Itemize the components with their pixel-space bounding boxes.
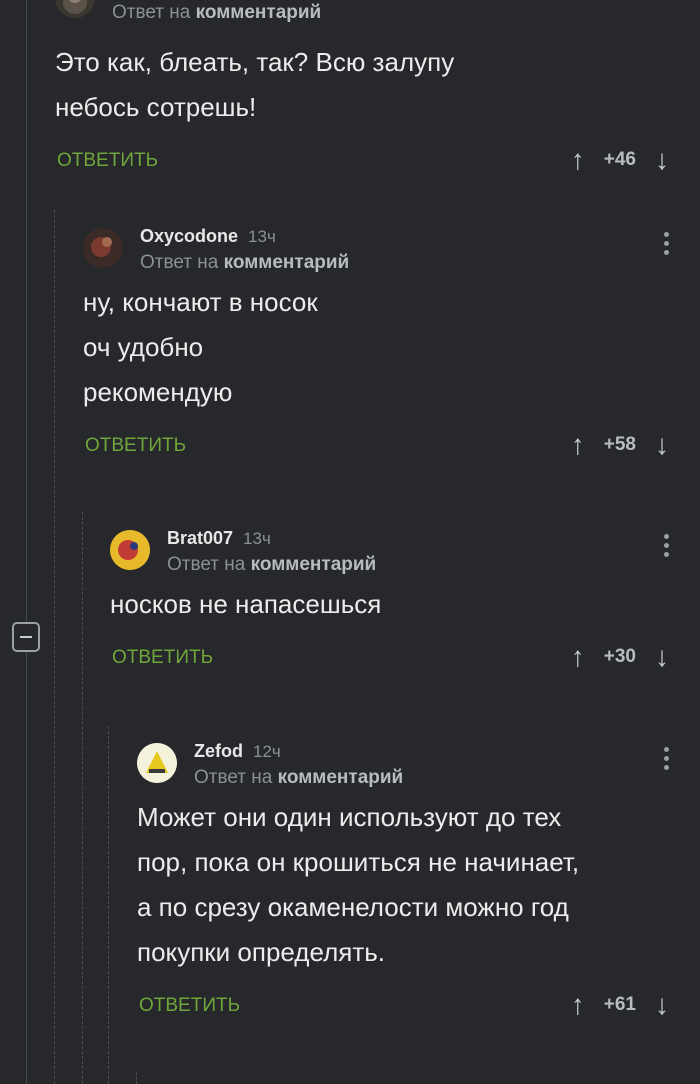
comment-header: Brat007 13ч Ответ на комментарий bbox=[110, 524, 700, 582]
upvote-icon[interactable]: ↑ bbox=[566, 431, 590, 459]
comment-actions: ОТВЕТИТЬ ↑ +61 ↓ bbox=[137, 987, 700, 1023]
reply-to-link[interactable]: Ответ на комментарий bbox=[194, 767, 403, 789]
comment: Brat007 13ч Ответ на комментарий носков н… bbox=[110, 524, 700, 675]
more-options-icon[interactable] bbox=[664, 232, 670, 259]
vote-widget: ↑ +46 ↓ bbox=[566, 142, 674, 178]
timestamp: 13ч bbox=[243, 529, 271, 548]
downvote-icon[interactable]: ↓ bbox=[650, 146, 674, 174]
reply-button[interactable]: ОТВЕТИТЬ bbox=[112, 647, 213, 669]
thread-line bbox=[82, 512, 84, 1084]
comment: Oxycodone 13ч Ответ на комментарий ну, ко… bbox=[83, 222, 700, 463]
thread-line bbox=[26, 0, 28, 1084]
vote-widget: ↑ +61 ↓ bbox=[566, 987, 674, 1023]
thread-line bbox=[108, 726, 110, 1084]
score: +58 bbox=[603, 434, 636, 455]
author-name[interactable]: Brat007 13ч bbox=[167, 528, 271, 549]
downvote-icon[interactable]: ↓ bbox=[650, 991, 674, 1019]
author-name[interactable]: Zefod 12ч bbox=[194, 741, 281, 762]
reply-to-link[interactable]: Ответ на комментарий bbox=[167, 554, 376, 576]
reply-to-link[interactable]: Ответ на комментарий bbox=[140, 252, 349, 274]
comment-header: Zefod 12ч Ответ на комментарий bbox=[137, 737, 700, 795]
comment-body: Это как, блеать, так? Всю залупу небось … bbox=[55, 47, 455, 122]
score: +46 bbox=[603, 149, 636, 170]
downvote-icon[interactable]: ↓ bbox=[650, 431, 674, 459]
author-name[interactable]: Oxycodone 13ч bbox=[140, 226, 276, 247]
reply-button[interactable]: ОТВЕТИТЬ bbox=[139, 995, 240, 1017]
comment-actions: ОТВЕТИТЬ ↑ +30 ↓ bbox=[110, 639, 700, 675]
comment-body: Может они один используют до тех пор, по… bbox=[137, 802, 580, 967]
comment-body: ну, кончают в носок оч удобно рекомендую bbox=[83, 287, 318, 407]
reply-button[interactable]: ОТВЕТИТЬ bbox=[57, 150, 158, 172]
collapse-thread-button[interactable] bbox=[12, 622, 40, 652]
comment-actions: ОТВЕТИТЬ ↑ +58 ↓ bbox=[83, 427, 700, 463]
upvote-icon[interactable]: ↑ bbox=[566, 991, 590, 1019]
comment: Zefod 12ч Ответ на комментарий Может они … bbox=[137, 737, 700, 1023]
reply-button[interactable]: ОТВЕТИТЬ bbox=[85, 435, 186, 457]
score: +30 bbox=[603, 646, 636, 667]
comment-header: Oxycodone 13ч Ответ на комментарий bbox=[83, 222, 700, 280]
upvote-icon[interactable]: ↑ bbox=[566, 146, 590, 174]
thread-line bbox=[136, 1072, 138, 1084]
vote-widget: ↑ +30 ↓ bbox=[566, 639, 674, 675]
avatar[interactable] bbox=[137, 743, 177, 783]
comment: Ответ на комментарий Это как, блеать, та… bbox=[55, 0, 700, 178]
timestamp: 13ч bbox=[248, 227, 276, 246]
upvote-icon[interactable]: ↑ bbox=[566, 643, 590, 671]
vote-widget: ↑ +58 ↓ bbox=[566, 427, 674, 463]
more-options-icon[interactable] bbox=[664, 534, 670, 561]
thread-line bbox=[54, 210, 56, 1084]
avatar[interactable] bbox=[83, 228, 123, 268]
reply-to-link[interactable]: Ответ на комментарий bbox=[112, 2, 321, 24]
comment-header: Ответ на комментарий bbox=[55, 0, 700, 30]
timestamp: 12ч bbox=[253, 742, 281, 761]
avatar[interactable] bbox=[110, 530, 150, 570]
comment-thread: Ответ на комментарий Это как, блеать, та… bbox=[0, 0, 700, 1084]
score: +61 bbox=[603, 994, 636, 1015]
downvote-icon[interactable]: ↓ bbox=[650, 643, 674, 671]
comment-actions: ОТВЕТИТЬ ↑ +46 ↓ bbox=[55, 142, 700, 178]
avatar[interactable] bbox=[55, 0, 95, 18]
comment-body: носков не напасешься bbox=[110, 589, 382, 619]
more-options-icon[interactable] bbox=[664, 747, 670, 774]
